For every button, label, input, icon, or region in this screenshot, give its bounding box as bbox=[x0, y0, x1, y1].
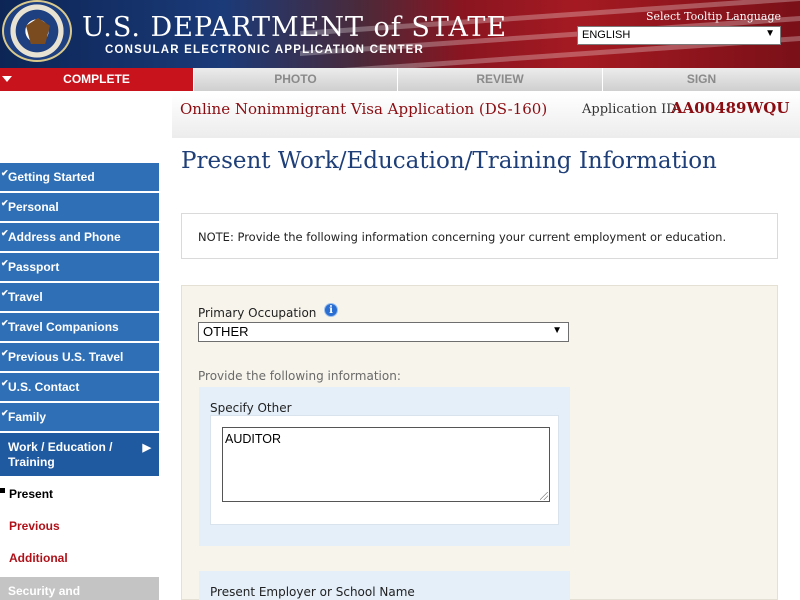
sidebar-subitem-label: Present bbox=[9, 487, 54, 501]
language-select[interactable]: ENGLISH ▼ bbox=[577, 26, 781, 45]
eagle-icon bbox=[26, 18, 50, 44]
checkmark-icon: ✔ bbox=[1, 288, 9, 298]
state-department-seal-icon bbox=[2, 0, 72, 62]
provide-info-label: Provide the following information: bbox=[198, 369, 401, 383]
sidebar-subitem-label: Additional bbox=[9, 551, 68, 565]
application-id-label: Application ID bbox=[582, 102, 677, 117]
sidebar-item-label: Personal bbox=[8, 200, 59, 214]
sidebar-item-label: Travel Companions bbox=[8, 320, 119, 334]
checkmark-icon: ✔ bbox=[1, 378, 9, 388]
dropdown-arrow-icon: ▼ bbox=[765, 28, 775, 39]
tooltip-language-label: Select Tooltip Language bbox=[645, 10, 781, 23]
employer-name-label: Present Employer or School Name bbox=[210, 585, 415, 599]
sidebar-item-family[interactable]: ✔ Family bbox=[0, 403, 159, 431]
checkmark-icon: ✔ bbox=[1, 168, 9, 178]
sidebar-item-travel-companions[interactable]: ✔ Travel Companions bbox=[0, 313, 159, 341]
sidebar-item-work-education-training[interactable]: Work / Education / Training ▶ bbox=[0, 433, 159, 476]
sidebar-nav: ✔ Getting Started ✔ Personal ✔ Address a… bbox=[0, 163, 160, 600]
sidebar-item-label: Passport bbox=[8, 260, 60, 274]
chevron-right-icon: ▶ bbox=[142, 442, 151, 454]
department-subtitle: CONSULAR ELECTRONIC APPLICATION CENTER bbox=[105, 44, 425, 56]
sidebar-item-label: Getting Started bbox=[8, 170, 95, 184]
resize-grip-icon[interactable] bbox=[540, 492, 548, 500]
sidebar-subitem-label: Previous bbox=[9, 519, 60, 533]
sidebar-item-travel[interactable]: ✔ Travel bbox=[0, 283, 159, 311]
language-select-value: ENGLISH bbox=[582, 29, 631, 41]
specify-other-value: AUDITOR bbox=[225, 432, 282, 446]
sidebar-item-us-contact[interactable]: ✔ U.S. Contact bbox=[0, 373, 159, 401]
note-box: NOTE: Provide the following information … bbox=[181, 213, 778, 259]
dropdown-arrow-icon: ▼ bbox=[552, 325, 562, 336]
checkmark-icon: ✔ bbox=[1, 408, 9, 418]
sidebar-item-passport[interactable]: ✔ Passport bbox=[0, 253, 159, 281]
step-review[interactable]: REVIEW bbox=[398, 68, 603, 91]
current-marker-icon bbox=[0, 488, 5, 493]
sidebar-item-security-and-background: Security and bbox=[0, 577, 159, 600]
checkmark-icon: ✔ bbox=[1, 318, 9, 328]
step-label: COMPLETE bbox=[63, 72, 130, 86]
checkmark-icon: ✔ bbox=[1, 228, 9, 238]
step-complete[interactable]: COMPLETE bbox=[0, 68, 194, 91]
sidebar-item-personal[interactable]: ✔ Personal bbox=[0, 193, 159, 221]
sidebar-subitem-previous[interactable]: Previous bbox=[0, 510, 159, 542]
sidebar-item-label: Address and Phone bbox=[8, 230, 121, 244]
specify-other-label: Specify Other bbox=[210, 401, 292, 415]
sidebar-subitem-additional[interactable]: Additional bbox=[0, 542, 159, 574]
step-sign[interactable]: SIGN bbox=[603, 68, 800, 91]
department-title: U.S. DEPARTMENT of STATE bbox=[82, 12, 508, 43]
page-title: Present Work/Education/Training Informat… bbox=[181, 148, 717, 174]
sidebar-item-address-and-phone[interactable]: ✔ Address and Phone bbox=[0, 223, 159, 251]
sidebar-item-label: Previous U.S. Travel bbox=[8, 350, 124, 364]
sidebar-subitem-present[interactable]: Present bbox=[0, 478, 159, 510]
sidebar-item-label: Security and bbox=[8, 584, 81, 598]
step-label: PHOTO bbox=[274, 72, 317, 86]
info-icon[interactable]: i bbox=[324, 303, 338, 317]
application-bar: Online Nonimmigrant Visa Application (DS… bbox=[172, 94, 800, 138]
checkmark-icon: ✔ bbox=[1, 348, 9, 358]
primary-occupation-select[interactable]: OTHER ▼ bbox=[198, 322, 569, 342]
sidebar-item-previous-us-travel[interactable]: ✔ Previous U.S. Travel bbox=[0, 343, 159, 371]
application-steps: COMPLETE PHOTO REVIEW SIGN bbox=[0, 68, 800, 91]
site-header: U.S. DEPARTMENT of STATE CONSULAR ELECTR… bbox=[0, 0, 800, 68]
checkmark-icon: ✔ bbox=[1, 258, 9, 268]
sidebar-item-label: U.S. Contact bbox=[8, 380, 80, 394]
sidebar-item-label: Travel bbox=[8, 290, 43, 304]
primary-occupation-label: Primary Occupation bbox=[198, 306, 317, 320]
application-title: Online Nonimmigrant Visa Application (DS… bbox=[180, 100, 548, 118]
step-label: SIGN bbox=[686, 72, 717, 86]
application-id-value: AA00489WQU bbox=[671, 99, 790, 117]
chevron-down-icon bbox=[2, 76, 12, 82]
sidebar-item-label: Work / Education / Training bbox=[8, 440, 113, 469]
primary-occupation-value: OTHER bbox=[203, 324, 249, 339]
sidebar-item-getting-started[interactable]: ✔ Getting Started bbox=[0, 163, 159, 191]
checkmark-icon: ✔ bbox=[1, 198, 9, 208]
step-photo[interactable]: PHOTO bbox=[194, 68, 398, 91]
sidebar-item-label: Family bbox=[8, 410, 47, 424]
note-text: NOTE: Provide the following information … bbox=[198, 230, 727, 244]
step-label: REVIEW bbox=[476, 72, 524, 86]
specify-other-textarea[interactable]: AUDITOR bbox=[222, 427, 550, 502]
